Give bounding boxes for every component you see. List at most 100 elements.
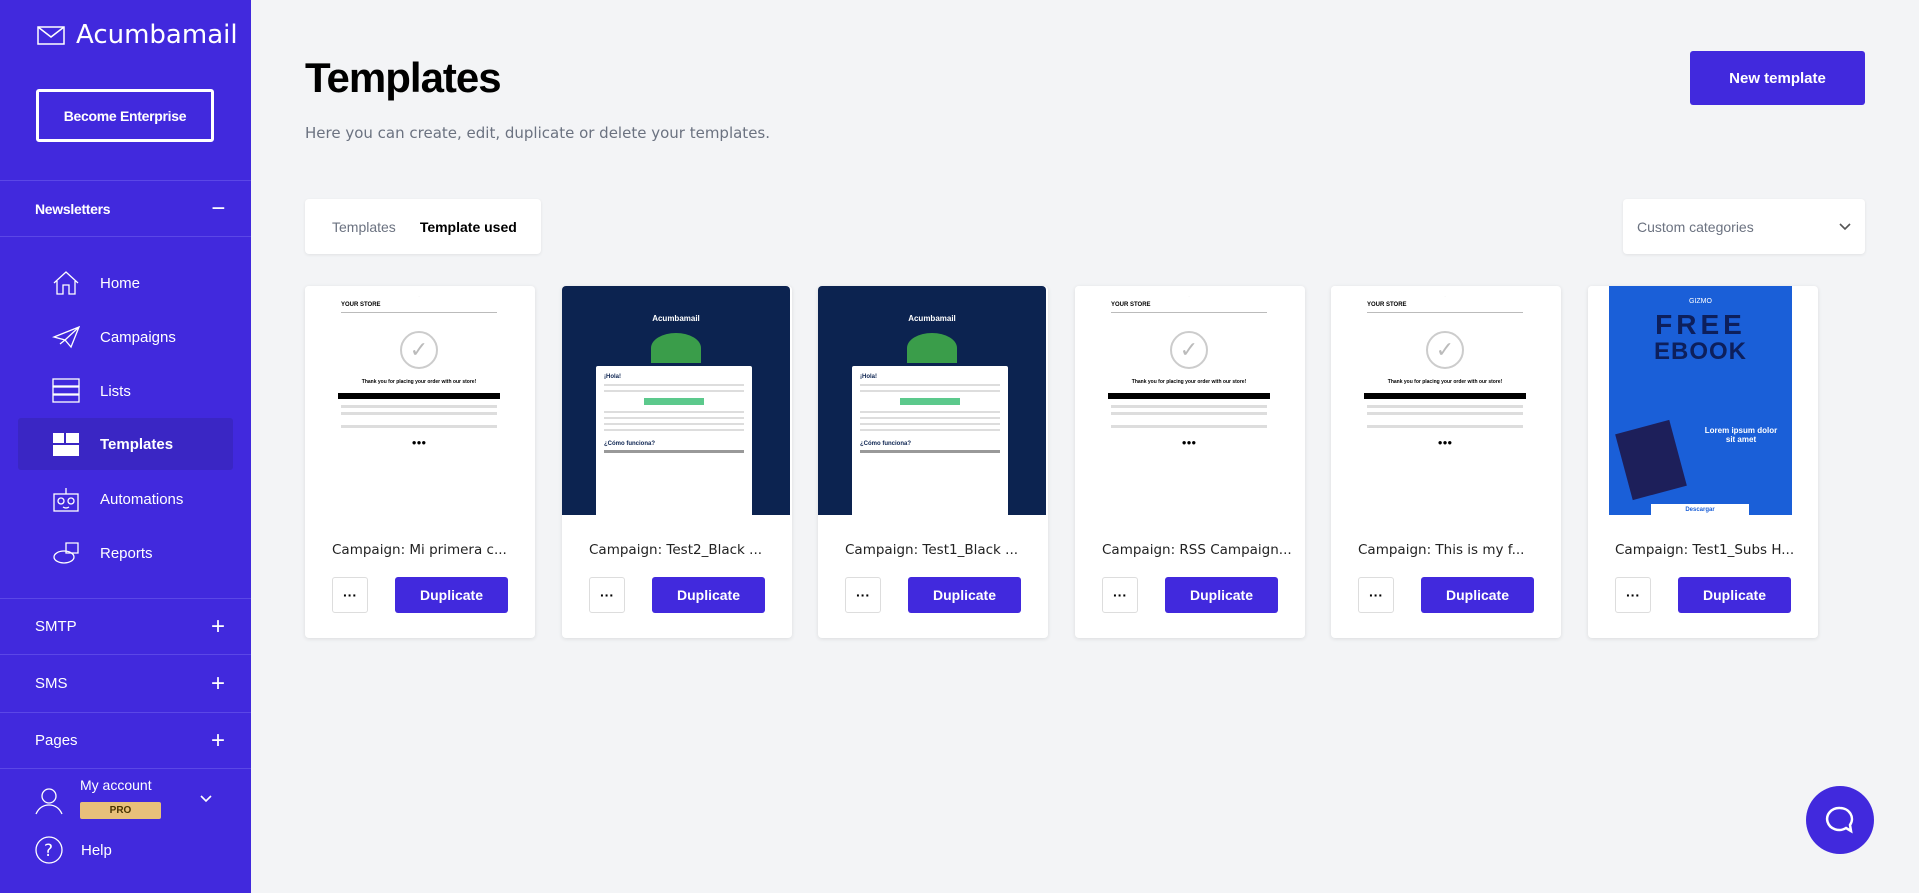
list-icon [52,378,80,403]
duplicate-button[interactable]: Duplicate [908,577,1021,613]
sidebar-section-pages[interactable]: Pages + [0,713,251,769]
duplicate-button[interactable]: Duplicate [1165,577,1278,613]
sidebar-item-lists[interactable]: Lists [18,365,233,417]
template-thumbnail[interactable]: Acumbamail ¡Hola! ¿Cómo funciona? [818,286,1046,515]
duplicate-button[interactable]: Duplicate [395,577,508,613]
sidebar-item-templates[interactable]: Templates [18,418,233,470]
sidebar-item-home[interactable]: Home [18,257,233,309]
more-options-button[interactable]: ··· [1615,577,1651,613]
templates-icon [53,433,79,456]
template-thumbnail[interactable]: . YOUR STORE ✓ Thank you for placing you… [1331,286,1559,515]
my-account[interactable]: My account PRO [35,775,225,825]
sidebar: Acumbamail Become Enterprise Newsletters… [0,0,251,893]
chat-button[interactable] [1806,786,1874,854]
chevron-down-icon [1839,222,1851,230]
tab-template-used[interactable]: Template used [420,219,517,235]
sidebar-item-label: Automations [100,490,184,508]
brand-name: Acumbamail [76,20,238,50]
expand-icon[interactable]: + [211,670,225,698]
template-card: . YOUR STORE ✓ Thank you for placing you… [1331,286,1561,638]
thumb-logo: Acumbamail [652,314,700,323]
envelope-logo-icon [37,26,65,45]
paper-plane-icon [52,325,80,349]
help-icon: ? [35,836,63,864]
sidebar-item-reports[interactable]: Reports [18,527,233,579]
help-link[interactable]: ? Help [35,836,112,864]
template-card: Acumbamail ¡Hola! ¿Cómo funciona? Campai… [818,286,1048,638]
thumb-thanks: Thank you for placing your order with ou… [1131,379,1247,385]
thumb-headline-1: FREE [1655,309,1746,340]
page-title: Templates [305,54,502,101]
duplicate-button[interactable]: Duplicate [1421,577,1534,613]
thumb-logo: GIZMO [1689,298,1712,305]
thumb-lorem: Lorem ipsum dolor sit amet [1704,426,1778,444]
more-options-button[interactable]: ··· [589,577,625,613]
sidebar-item-label: Home [100,274,141,292]
new-template-button[interactable]: New template [1690,51,1865,105]
pie-chart-icon [53,542,79,564]
select-placeholder: Custom categories [1637,218,1754,235]
template-card: . YOUR STORE ✓ Thank you for placing you… [305,286,535,638]
section-label: SMS [35,675,68,692]
thumb-cta: Descargar [1651,504,1749,515]
become-enterprise-button[interactable]: Become Enterprise [36,89,214,142]
sidebar-item-campaigns[interactable]: Campaigns [18,311,233,363]
template-thumbnail[interactable]: GIZMO FREE EBOOK Lorem ipsum dolor sit a… [1588,286,1816,515]
template-title: Campaign: Test1_Subs H... [1615,542,1795,558]
thumb-hello: ¡Hola! [860,374,877,380]
thumb-headline-2: EBOOK [1653,338,1747,365]
thumb-store: YOUR STORE [1367,298,1523,313]
more-options-button[interactable]: ··· [845,577,881,613]
thumb-store: YOUR STORE [341,298,497,313]
sidebar-item-label: Templates [100,435,174,453]
sidebar-item-automations[interactable]: Automations [18,473,233,525]
thumb-logo: Acumbamail [908,314,956,323]
checkmark-icon: ✓ [1170,331,1208,369]
svg-text:?: ? [44,841,53,861]
checkmark-icon: ✓ [400,331,438,369]
template-card: GIZMO FREE EBOOK Lorem ipsum dolor sit a… [1588,286,1818,638]
tab-templates[interactable]: Templates [332,219,396,235]
collapse-icon[interactable]: − [211,195,225,223]
sidebar-section-sms[interactable]: SMS + [0,655,251,713]
chevron-down-icon[interactable] [200,795,212,803]
duplicate-button[interactable]: Duplicate [1678,577,1791,613]
custom-categories-select[interactable]: Custom categories [1623,199,1865,254]
template-thumbnail[interactable]: Acumbamail ¡Hola! ¿Cómo funciona? [562,286,790,515]
page-subtitle: Here you can create, edit, duplicate or … [305,124,770,142]
template-thumbnail[interactable]: . YOUR STORE ✓ Thank you for placing you… [1075,286,1303,515]
help-label: Help [81,841,112,859]
sidebar-section-newsletters[interactable]: Newsletters − [0,180,251,237]
pro-badge: PRO [80,802,161,819]
template-title: Campaign: This is my f... [1358,542,1525,558]
tab-bar: Templates Template used [305,199,541,254]
sidebar-item-label: Lists [100,382,131,400]
section-label: Newsletters [35,200,111,217]
template-thumbnail[interactable]: . YOUR STORE ✓ Thank you for placing you… [305,286,533,515]
sidebar-item-label: Campaigns [100,328,176,346]
more-options-button[interactable]: ··· [1102,577,1138,613]
template-title: Campaign: Test2_Black ... [589,542,763,558]
section-label: Pages [35,732,78,749]
more-options-button[interactable]: ··· [1358,577,1394,613]
expand-icon[interactable]: + [211,727,225,755]
expand-icon[interactable]: + [211,613,225,641]
template-title: Campaign: Test1_Black ... [845,542,1019,558]
robot-icon [53,488,79,512]
thumb-hello: ¡Hola! [604,374,621,380]
chat-icon [1825,806,1854,834]
logo[interactable]: Acumbamail [36,20,238,50]
thumb-section: ¿Cómo funciona? [604,441,655,447]
user-icon [35,788,63,815]
thumb-thanks: Thank you for placing your order with ou… [361,379,477,385]
sidebar-item-label: Reports [100,544,153,562]
template-title: Campaign: RSS Campaign... [1102,542,1292,558]
template-title: Campaign: Mi primera c... [332,542,507,558]
thumb-store: YOUR STORE [1111,298,1267,313]
home-icon [53,271,79,295]
sidebar-section-smtp[interactable]: SMTP + [0,598,251,655]
my-account-label: My account [80,777,152,793]
template-card: . YOUR STORE ✓ Thank you for placing you… [1075,286,1305,638]
more-options-button[interactable]: ··· [332,577,368,613]
duplicate-button[interactable]: Duplicate [652,577,765,613]
